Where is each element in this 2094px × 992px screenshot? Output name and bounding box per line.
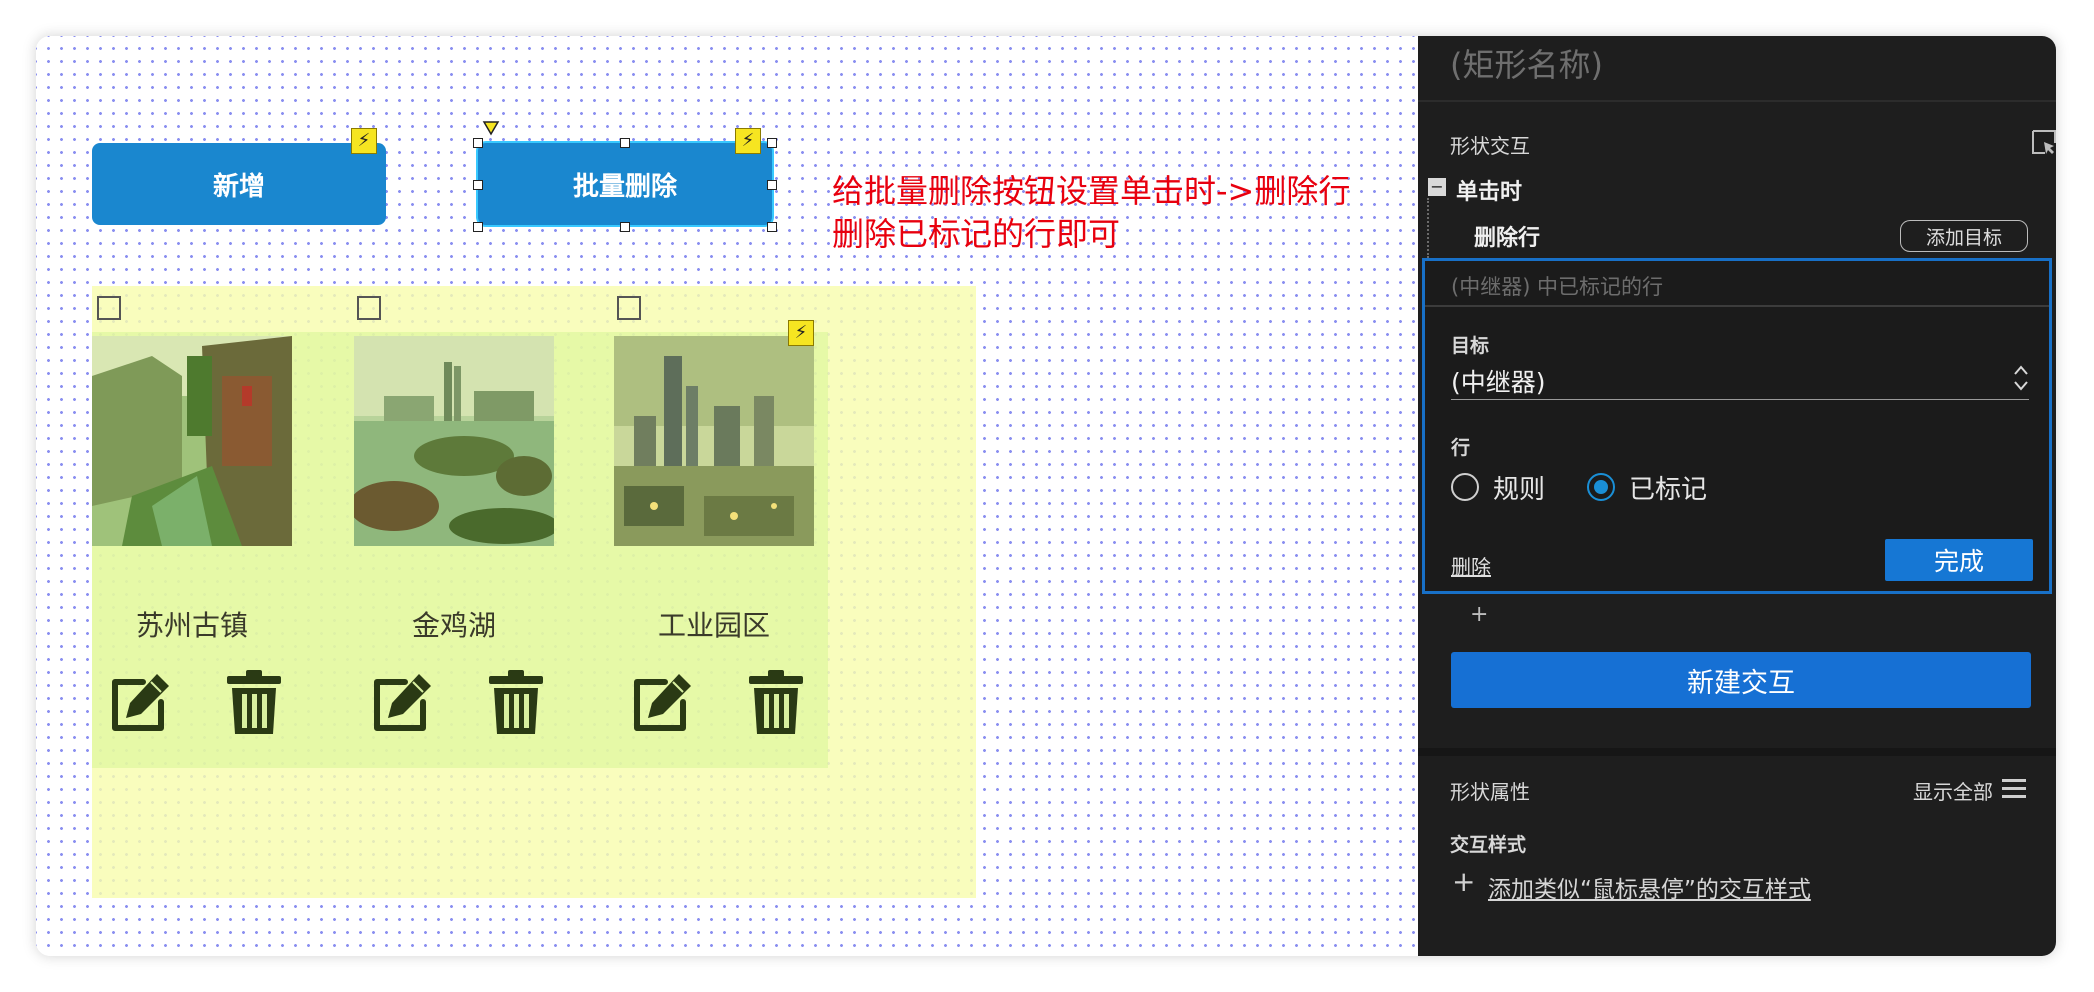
row-checkbox[interactable] xyxy=(357,296,381,320)
item-caption: 苏州古镇 xyxy=(135,609,248,642)
resize-handle[interactable] xyxy=(620,138,630,148)
app-window: 新增 ⚡ 批量删除 ⚡ 给批量删除按钮设置单击时->删除行 删除已标记的行即可 xyxy=(36,36,2056,956)
target-select[interactable]: (中继器) xyxy=(1451,361,2029,400)
add-target-button[interactable]: 添加目标 xyxy=(1900,220,2028,252)
design-canvas[interactable]: 新增 ⚡ 批量删除 ⚡ 给批量删除按钮设置单击时->删除行 删除已标记的行即可 xyxy=(36,36,1418,956)
radio-marked-label[interactable]: 已标记 xyxy=(1629,469,1707,506)
add-button[interactable]: 新增 xyxy=(92,143,386,225)
item-image xyxy=(92,336,292,546)
edit-icon[interactable] xyxy=(367,668,437,738)
edit-icon[interactable] xyxy=(627,668,697,738)
resize-handle[interactable] xyxy=(473,180,483,190)
show-all-link[interactable]: 显示全部 xyxy=(1913,776,1993,805)
lightning-icon[interactable]: ⚡ xyxy=(351,128,377,154)
add-button-label: 新增 xyxy=(212,171,265,202)
resize-handle[interactable] xyxy=(767,222,777,232)
rotation-handle-icon[interactable] xyxy=(482,120,500,136)
add-target-label: 添加目标 xyxy=(1925,226,2002,249)
trash-icon[interactable] xyxy=(481,668,551,738)
resize-handle[interactable] xyxy=(767,180,777,190)
trash-icon[interactable] xyxy=(219,668,289,738)
batch-delete-button-label: 批量删除 xyxy=(572,171,677,202)
radio-marked[interactable] xyxy=(1587,473,1615,501)
tree-line xyxy=(1427,198,1429,258)
resize-handle[interactable] xyxy=(473,222,483,232)
action-editor: (中继器) 中已标记的行 目标 (中继器) 行 规则 已标记 删除 完成 xyxy=(1422,258,2052,594)
item-image xyxy=(354,336,554,546)
pointer-target-icon[interactable] xyxy=(2030,128,2056,156)
target-select-value: (中继器) xyxy=(1451,368,1546,397)
lightning-icon[interactable]: ⚡ xyxy=(735,128,761,154)
resize-handle[interactable] xyxy=(620,222,630,232)
row-checkbox[interactable] xyxy=(97,296,121,320)
hamburger-icon[interactable] xyxy=(2001,776,2027,800)
add-style-plus-icon[interactable]: + xyxy=(1452,868,1475,896)
row-checkbox[interactable] xyxy=(617,296,641,320)
add-action-plus[interactable]: + xyxy=(1470,602,1488,627)
item-caption: 金鸡湖 xyxy=(411,609,496,642)
annotation-line: 删除已标记的行即可 xyxy=(832,215,1121,253)
lightning-icon[interactable]: ⚡ xyxy=(788,320,814,346)
add-interaction-style-link[interactable]: 添加类似“鼠标悬停”的交互样式 xyxy=(1488,870,1811,904)
shape-properties-title: 形状属性 xyxy=(1450,780,1530,804)
event-label[interactable]: 单击时 xyxy=(1456,174,1522,206)
interaction-panel: (矩形名称) 形状交互 − 单击时 删除行 添加目标 (中继器) 中已标记的行 … xyxy=(1418,36,2056,956)
done-button-label: 完成 xyxy=(1933,547,1984,576)
interaction-style-title: 交互样式 xyxy=(1450,834,1527,856)
trash-icon[interactable] xyxy=(741,668,811,738)
action-label[interactable]: 删除行 xyxy=(1474,220,1540,252)
delete-action-link[interactable]: 删除 xyxy=(1451,551,1491,580)
divider xyxy=(1418,100,2056,102)
shape-name-field[interactable]: (矩形名称) xyxy=(1450,40,1603,86)
new-interaction-button[interactable]: 新建交互 xyxy=(1451,652,2031,708)
new-interaction-label: 新建交互 xyxy=(1687,667,1795,699)
divider xyxy=(1425,305,2049,307)
annotation-text: 给批量删除按钮设置单击时->删除行 删除已标记的行即可 xyxy=(832,170,1350,256)
action-summary: (中继器) 中已标记的行 xyxy=(1451,275,1664,299)
edit-icon[interactable] xyxy=(105,668,175,738)
rows-label: 行 xyxy=(1451,437,1471,459)
collapse-toggle[interactable]: − xyxy=(1428,178,1446,196)
batch-delete-button[interactable]: 批量删除 xyxy=(478,143,772,225)
item-caption: 工业园区 xyxy=(657,609,770,642)
radio-rule[interactable] xyxy=(1451,473,1479,501)
radio-rule-label[interactable]: 规则 xyxy=(1493,469,1545,506)
target-label: 目标 xyxy=(1451,335,1490,357)
annotation-line: 给批量删除按钮设置单击时->删除行 xyxy=(832,172,1351,210)
select-arrow-icon xyxy=(2014,365,2028,391)
resize-handle[interactable] xyxy=(473,138,483,148)
section-divider xyxy=(1418,748,2056,756)
done-button[interactable]: 完成 xyxy=(1885,539,2033,581)
item-image xyxy=(614,336,814,546)
shape-interaction-title: 形状交互 xyxy=(1450,134,1530,158)
resize-handle[interactable] xyxy=(767,138,777,148)
